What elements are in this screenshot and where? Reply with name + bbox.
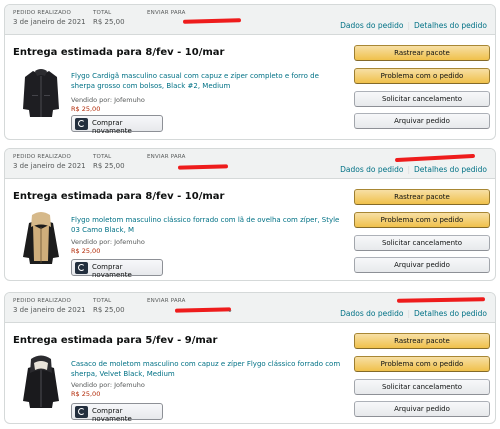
redaction-mark — [396, 297, 486, 303]
redaction-mark — [174, 307, 232, 313]
buy-again-button[interactable]: Comprar novamente — [71, 259, 163, 279]
product-image[interactable] — [19, 355, 63, 411]
buy-again-button[interactable]: Comprar novamente — [71, 115, 163, 135]
total-label: TOTAL — [93, 298, 112, 304]
order-total: R$ 25,00 — [93, 306, 125, 314]
order-problem-button[interactable]: Problema com o pedido — [354, 356, 490, 372]
order-placed-label: PEDIDO REALIZADO — [13, 298, 72, 304]
divider: | — [407, 21, 411, 30]
order-placed-label: PEDIDO REALIZADO — [13, 10, 72, 16]
buy-again-icon — [75, 406, 88, 418]
buy-again-button[interactable]: Comprar novamente — [71, 403, 163, 423]
order-header: PEDIDO REALIZADO 3 de janeiro de 2021 TO… — [5, 5, 495, 35]
order-links: Dados do pedido | Detalhes do pedido — [340, 309, 487, 318]
invoice-details-link[interactable]: Detalhes do pedido — [414, 21, 487, 30]
request-cancellation-button[interactable]: Solicitar cancelamento — [354, 379, 490, 395]
request-cancellation-button[interactable]: Solicitar cancelamento — [354, 91, 490, 107]
buy-again-label: Comprar novamente — [92, 263, 132, 279]
delivery-estimate: Entrega estimada para 8/fev - 10/mar — [13, 191, 225, 202]
chevron-down-icon[interactable]: ⌄ — [227, 306, 233, 314]
product-price: R$ 25,00 — [71, 390, 101, 398]
order-total: R$ 25,00 — [93, 18, 125, 26]
archive-order-button[interactable]: Arquivar pedido — [354, 113, 490, 129]
redaction-mark — [182, 18, 242, 24]
seller-info: Vendido por: Jofemuho — [71, 238, 145, 246]
order-card: PEDIDO REALIZADO 3 de janeiro de 2021 TO… — [4, 4, 496, 140]
delivery-estimate: Entrega estimada para 8/fev - 10/mar — [13, 47, 225, 58]
track-package-button[interactable]: Rastrear pacote — [354, 333, 490, 349]
divider: | — [407, 309, 411, 318]
delivery-estimate: Entrega estimada para 5/fev - 9/mar — [13, 335, 218, 346]
order-date: 3 de janeiro de 2021 — [13, 18, 86, 26]
buy-again-label: Comprar novamente — [92, 407, 132, 423]
buy-again-icon — [75, 118, 88, 130]
order-links: Dados do pedido | Detalhes do pedido — [340, 165, 487, 174]
product-image[interactable] — [19, 211, 63, 267]
order-details-link[interactable]: Dados do pedido — [340, 21, 403, 30]
order-details-link[interactable]: Dados do pedido — [340, 165, 403, 174]
product-price: R$ 25,00 — [71, 105, 101, 113]
invoice-details-link[interactable]: Detalhes do pedido — [414, 165, 487, 174]
order-links: Dados do pedido | Detalhes do pedido — [340, 21, 487, 30]
order-header: PEDIDO REALIZADO 3 de janeiro de 2021 TO… — [5, 293, 495, 323]
order-card: PEDIDO REALIZADO 3 de janeiro de 2021 TO… — [4, 148, 496, 281]
order-problem-button[interactable]: Problema com o pedido — [354, 68, 490, 84]
order-details-link[interactable]: Dados do pedido — [340, 309, 403, 318]
order-total: R$ 25,00 — [93, 162, 125, 170]
request-cancellation-button[interactable]: Solicitar cancelamento — [354, 235, 490, 251]
order-header: PEDIDO REALIZADO 3 de janeiro de 2021 TO… — [5, 149, 495, 179]
archive-order-button[interactable]: Arquivar pedido — [354, 257, 490, 273]
track-package-button[interactable]: Rastrear pacote — [354, 189, 490, 205]
product-title-link[interactable]: Casaco de moletom masculino com capuz e … — [71, 359, 341, 379]
buy-again-icon — [75, 262, 88, 274]
redaction-mark — [177, 164, 229, 170]
ship-to-label: ENVIAR PARA — [147, 298, 186, 304]
ship-to-label: ENVIAR PARA — [147, 154, 186, 160]
total-label: TOTAL — [93, 154, 112, 160]
total-label: TOTAL — [93, 10, 112, 16]
order-date: 3 de janeiro de 2021 — [13, 306, 86, 314]
order-date: 3 de janeiro de 2021 — [13, 162, 86, 170]
product-title-link[interactable]: Flygo moletom masculino clássico forrado… — [71, 215, 341, 235]
product-image[interactable] — [19, 65, 63, 121]
order-placed-label: PEDIDO REALIZADO — [13, 154, 72, 160]
seller-info: Vendido por: Jofemuho — [71, 381, 145, 389]
invoice-details-link[interactable]: Detalhes do pedido — [414, 309, 487, 318]
buy-again-label: Comprar novamente — [92, 119, 132, 135]
redaction-mark — [394, 153, 476, 163]
order-problem-button[interactable]: Problema com o pedido — [354, 212, 490, 228]
track-package-button[interactable]: Rastrear pacote — [354, 45, 490, 61]
archive-order-button[interactable]: Arquivar pedido — [354, 401, 490, 417]
seller-info: Vendido por: Jofemuho — [71, 96, 145, 104]
product-price: R$ 25,00 — [71, 247, 101, 255]
product-title-link[interactable]: Flygo Cardigã masculino casual com capuz… — [71, 71, 341, 91]
divider: | — [407, 165, 411, 174]
ship-to-label: ENVIAR PARA — [147, 10, 186, 16]
order-card: PEDIDO REALIZADO 3 de janeiro de 2021 TO… — [4, 292, 496, 424]
